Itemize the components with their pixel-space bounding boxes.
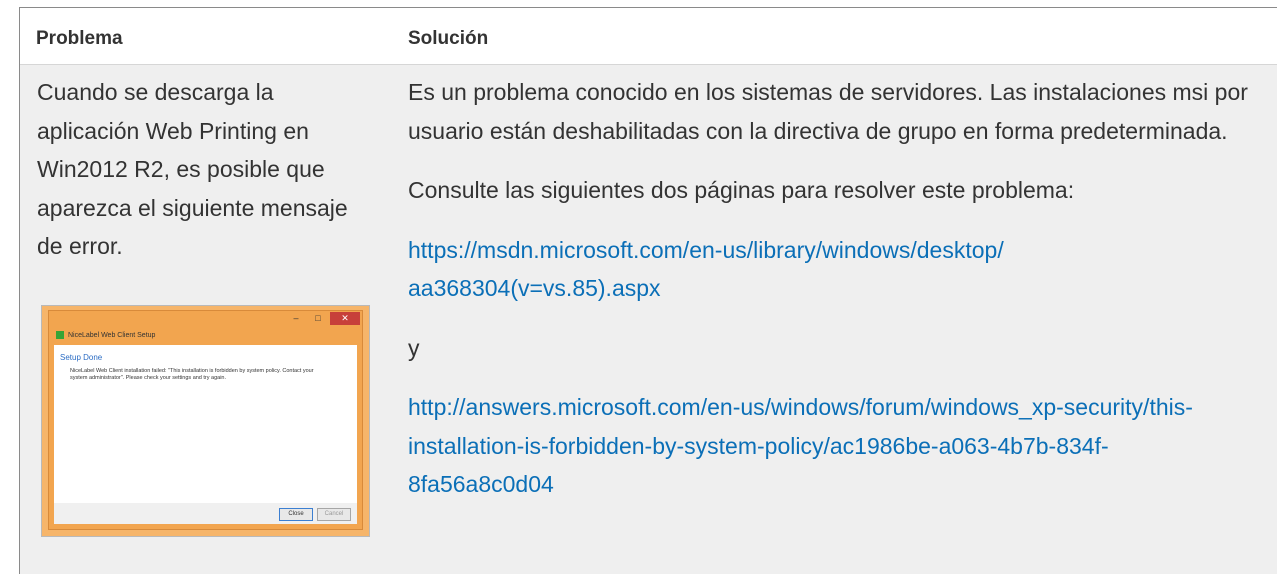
dialog-cancel-button: Cancel bbox=[317, 508, 351, 521]
msdn-link[interactable]: https://msdn.microsoft.com/en-us/library… bbox=[408, 237, 1004, 302]
error-dialog-screenshot: – □ ✕ NiceLabel Web Client Setup Setup D… bbox=[41, 305, 370, 537]
minimize-icon: – bbox=[293, 313, 299, 323]
dialog-window: – □ ✕ NiceLabel Web Client Setup Setup D… bbox=[48, 310, 363, 530]
solution-cell: Es un problema conocido en los sistemas … bbox=[408, 73, 1268, 525]
maximize-icon: □ bbox=[315, 313, 321, 323]
dialog-title-text: NiceLabel Web Client Setup bbox=[68, 331, 156, 339]
faq-table: Problema Solución Cuando se descarga la … bbox=[19, 7, 1277, 574]
table-row: Cuando se descarga la aplicación Web Pri… bbox=[20, 65, 1277, 574]
header-solution: Solución bbox=[408, 28, 489, 49]
answers-link[interactable]: http://answers.microsoft.com/en-us/windo… bbox=[408, 394, 1193, 497]
dialog-footer: Close Cancel bbox=[54, 503, 357, 524]
conjunction-text: y bbox=[408, 334, 420, 361]
dialog-body: Setup Done NiceLabel Web Client installa… bbox=[54, 345, 357, 503]
problem-cell: Cuando se descarga la aplicación Web Pri… bbox=[37, 73, 367, 266]
dialog-heading: Setup Done bbox=[60, 353, 103, 362]
dialog-close-button: Close bbox=[279, 508, 313, 521]
app-logo-icon bbox=[56, 331, 64, 339]
solution-instruction: Consulte las siguientes dos páginas para… bbox=[408, 177, 1075, 203]
solution-paragraph: Es un problema conocido en los sistemas … bbox=[408, 79, 1248, 144]
header-problem: Problema bbox=[36, 28, 123, 49]
dialog-message: NiceLabel Web Client installation failed… bbox=[70, 368, 314, 381]
window-controls: – □ ✕ bbox=[286, 312, 360, 326]
close-icon: ✕ bbox=[330, 312, 360, 325]
dialog-title: NiceLabel Web Client Setup bbox=[56, 331, 155, 339]
problem-text: Cuando se descarga la aplicación Web Pri… bbox=[37, 79, 348, 259]
table-header: Problema Solución bbox=[20, 8, 1277, 65]
